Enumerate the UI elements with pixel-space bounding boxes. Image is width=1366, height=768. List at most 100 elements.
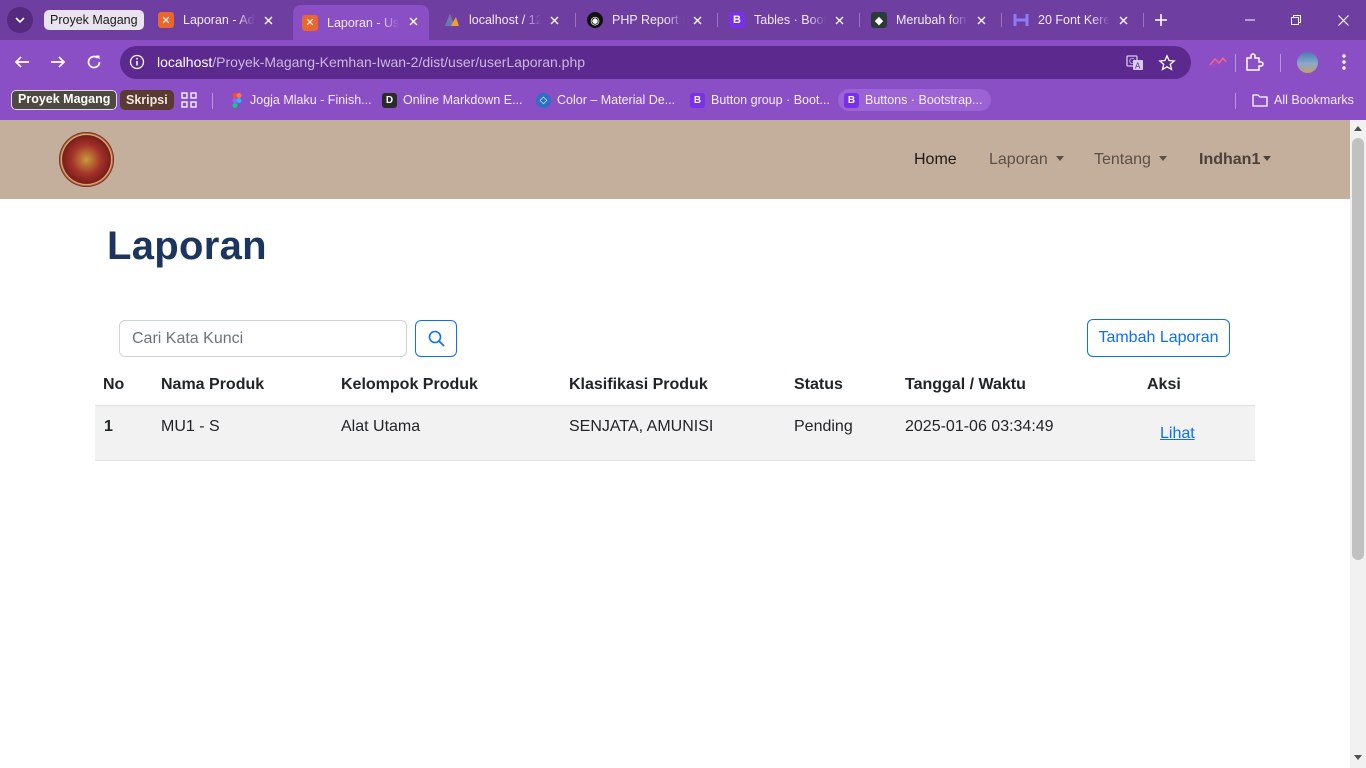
scroll-up-arrow-icon[interactable]: [1354, 126, 1362, 131]
url-path: /Proyek-Magang-Kemhan-Iwan-2/dist/user/u…: [212, 54, 586, 70]
tab-separator: [1143, 13, 1144, 27]
bookmark-online-markdown[interactable]: D Online Markdown E...: [382, 89, 523, 111]
column-header-no: No: [103, 376, 125, 393]
bookmark-jogja-mlaku[interactable]: Jogja Mlaku - Finish...: [229, 89, 372, 111]
close-icon[interactable]: [973, 12, 989, 28]
url-host: localhost: [157, 54, 213, 70]
tab-separator: [859, 13, 860, 27]
nav-tentang-label: Tentang: [1094, 151, 1151, 168]
kebab-menu-icon[interactable]: [1333, 51, 1355, 73]
restore-icon: [1291, 15, 1301, 25]
page-scrollbar[interactable]: [1350, 120, 1366, 768]
tab-group-chip[interactable]: Proyek Magang: [44, 10, 144, 30]
translate-icon[interactable]: GA: [1125, 53, 1145, 73]
bootstrap-icon: B: [844, 92, 859, 108]
search-icon: [428, 330, 445, 347]
folder-icon: [1252, 94, 1268, 107]
address-bar[interactable]: localhost/Proyek-Magang-Kemhan-Iwan-2/di…: [120, 46, 1191, 79]
all-bookmarks-button[interactable]: All Bookmarks: [1252, 89, 1354, 111]
site-info-icon[interactable]: [128, 53, 146, 71]
tab-search-button[interactable]: [7, 7, 33, 33]
xampp-icon: ✕: [302, 14, 318, 31]
nav-tentang-dropdown[interactable]: Tentang: [1094, 148, 1167, 172]
chatgpt-icon: ◉: [587, 12, 603, 28]
arrow-right-icon: [51, 56, 66, 68]
search-input[interactable]: [119, 320, 407, 357]
forward-button[interactable]: [44, 48, 72, 76]
restore-button[interactable]: [1273, 0, 1319, 40]
page-viewport: Home Laporan Tentang Indhan1 Laporan Tam…: [0, 120, 1350, 768]
tab-font-keren[interactable]: 20 Font Keren: [1013, 6, 1131, 34]
back-button[interactable]: [8, 48, 36, 76]
close-icon[interactable]: [546, 12, 562, 28]
caret-down-icon: [1158, 156, 1167, 161]
niagahoster-icon: [1013, 12, 1029, 28]
scroll-down-arrow-icon[interactable]: [1354, 755, 1362, 760]
bookmark-buttons-bootstrap[interactable]: B Buttons · Bootstrap...: [838, 89, 992, 111]
nav-user-dropdown[interactable]: Indhan1: [1199, 148, 1272, 172]
scrollbar-thumb[interactable]: [1352, 138, 1364, 560]
close-icon[interactable]: [689, 12, 705, 28]
tab-merubah-font[interactable]: ◆ Merubah font: [871, 6, 989, 34]
reload-button[interactable]: [80, 48, 108, 76]
close-icon[interactable]: [260, 12, 276, 28]
lihat-link[interactable]: Lihat: [1160, 425, 1195, 443]
kemhan-logo[interactable]: [59, 132, 114, 187]
bookmark-label: Jogja Mlaku - Finish...: [250, 93, 372, 107]
site-navbar: Home Laporan Tentang Indhan1: [0, 120, 1350, 199]
column-header-klasifikasi-produk: Klasifikasi Produk: [569, 376, 708, 393]
chevron-down-icon: [15, 17, 25, 24]
close-icon: [1337, 14, 1349, 26]
tab-laporan-admin[interactable]: ✕ Laporan - Admin: [158, 6, 276, 34]
close-icon[interactable]: [1115, 12, 1131, 28]
bookmark-group-skripsi[interactable]: Skripsi: [120, 90, 174, 110]
bookmark-label: Button group · Boot...: [711, 93, 830, 107]
cell-no: 1: [104, 418, 113, 435]
cell-kelompok-produk: Alat Utama: [341, 418, 421, 435]
material-icon: ◇: [536, 92, 551, 108]
tab-separator: [575, 13, 576, 27]
caret-down-icon: [1055, 156, 1064, 161]
new-tab-button[interactable]: [1151, 10, 1171, 30]
search-button[interactable]: [415, 320, 457, 357]
tab-bar: Proyek Magang ✕ Laporan - Admin ✕ Lapora…: [0, 0, 1366, 40]
tab-php-report[interactable]: ◉ PHP Report Designer: [587, 6, 705, 34]
minimize-button[interactable]: [1227, 0, 1273, 40]
bootstrap-icon: B: [729, 12, 745, 28]
arrow-left-icon: [14, 56, 29, 68]
bootstrap-icon: B: [690, 92, 705, 108]
all-bookmarks-label: All Bookmarks: [1274, 93, 1354, 107]
apps-grid-button[interactable]: [181, 89, 197, 111]
nav-home-link[interactable]: Home: [914, 148, 957, 172]
profile-avatar[interactable]: [1297, 52, 1318, 73]
phpmyadmin-icon: [444, 12, 460, 28]
tab-laporan-user[interactable]: ✕ Laporan - User: [293, 5, 429, 40]
tab-separator: [717, 13, 718, 27]
nav-laporan-dropdown[interactable]: Laporan: [989, 148, 1064, 172]
caret-down-icon: [1263, 156, 1272, 161]
bookmark-label: Color – Material De...: [557, 93, 676, 107]
toolbar-divider: [1235, 54, 1236, 72]
svg-text:A: A: [1135, 62, 1141, 71]
tab-separator: [1001, 13, 1002, 27]
xampp-icon: ✕: [158, 12, 174, 28]
bookmark-button-group[interactable]: B Button group · Boot...: [690, 89, 830, 111]
url-text[interactable]: localhost/Proyek-Magang-Kemhan-Iwan-2/di…: [157, 46, 585, 79]
close-window-button[interactable]: [1320, 0, 1366, 40]
bookmark-label: Online Markdown E...: [403, 93, 523, 107]
bookmark-material-color[interactable]: ◇ Color – Material De...: [536, 89, 675, 111]
close-icon[interactable]: [831, 12, 847, 28]
tab-phpmyadmin[interactable]: localhost / 127.0.0.1: [444, 6, 562, 34]
cell-tanggal-waktu: 2025-01-06 03:34:49: [905, 418, 1054, 435]
puzzle-icon[interactable]: [1243, 51, 1265, 73]
column-header-kelompok-produk: Kelompok Produk: [341, 376, 478, 393]
bookmark-star-icon[interactable]: [1157, 53, 1177, 73]
cell-nama-produk: MU1 - S: [161, 418, 220, 435]
extension-icon[interactable]: [1207, 51, 1229, 73]
bookmark-group-proyek-magang[interactable]: Proyek Magang: [11, 90, 118, 110]
tab-bootstrap-tables[interactable]: B Tables · Bootstrap: [729, 6, 847, 34]
github-icon: ◆: [871, 12, 887, 28]
tambah-laporan-button[interactable]: Tambah Laporan: [1087, 319, 1230, 357]
close-icon[interactable]: [405, 13, 421, 29]
figma-icon: [229, 92, 244, 108]
